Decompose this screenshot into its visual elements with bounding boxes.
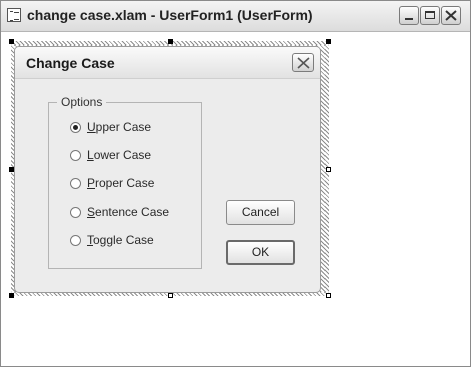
radio-button[interactable] [70,206,81,218]
resize-handle-bottom-right[interactable] [326,293,331,298]
option-label: Toggle Case [87,233,154,247]
userform-close-button[interactable] [292,53,314,72]
window-title-bar[interactable]: change case.xlam - UserForm1 (UserForm) [1,1,470,32]
radio-button-checked[interactable] [70,121,81,133]
options-frame[interactable]: Options Upper Case Lower Case Proper Cas… [48,95,202,269]
userform-title-bar[interactable]: Change Case [15,47,320,79]
close-icon [297,57,310,69]
resize-handle-bottom-middle[interactable] [168,293,173,298]
cancel-button[interactable]: Cancel [226,200,295,225]
option-lower-case[interactable]: Lower Case [70,147,151,163]
options-frame-caption: Options [57,95,107,109]
userform-title: Change Case [26,55,115,71]
option-upper-case[interactable]: Upper Case [70,119,151,135]
radio-button[interactable] [70,149,81,161]
option-sentence-case[interactable]: Sentence Case [70,204,169,220]
option-label: Proper Case [87,176,155,190]
option-proper-case[interactable]: Proper Case [70,175,154,191]
resize-handle-bottom-left[interactable] [9,293,14,298]
option-toggle-case[interactable]: Toggle Case [70,232,154,248]
close-icon [445,10,457,21]
minimize-icon [405,18,413,20]
radio-button[interactable] [70,177,81,189]
window-close-button[interactable] [441,6,461,25]
resize-handle-middle-right[interactable] [326,167,331,172]
resize-handle-top-left[interactable] [9,39,14,44]
ok-button[interactable]: OK [226,240,295,265]
vbe-userform-designer-window: change case.xlam - UserForm1 (UserForm) … [0,0,471,367]
option-label: Sentence Case [87,205,170,219]
window-title: change case.xlam - UserForm1 (UserForm) [27,7,313,23]
option-label: Upper Case [87,120,152,134]
option-label: Lower Case [87,148,152,162]
userform-icon [7,8,21,22]
minimize-button[interactable] [399,6,419,25]
radio-button[interactable] [70,234,81,246]
maximize-button[interactable] [420,6,440,25]
resize-handle-top-right[interactable] [326,39,331,44]
maximize-icon [425,11,435,19]
resize-handle-top-middle[interactable] [168,39,173,44]
change-case-userform[interactable]: Change Case Options Upper Case Lower Cas… [14,46,321,293]
